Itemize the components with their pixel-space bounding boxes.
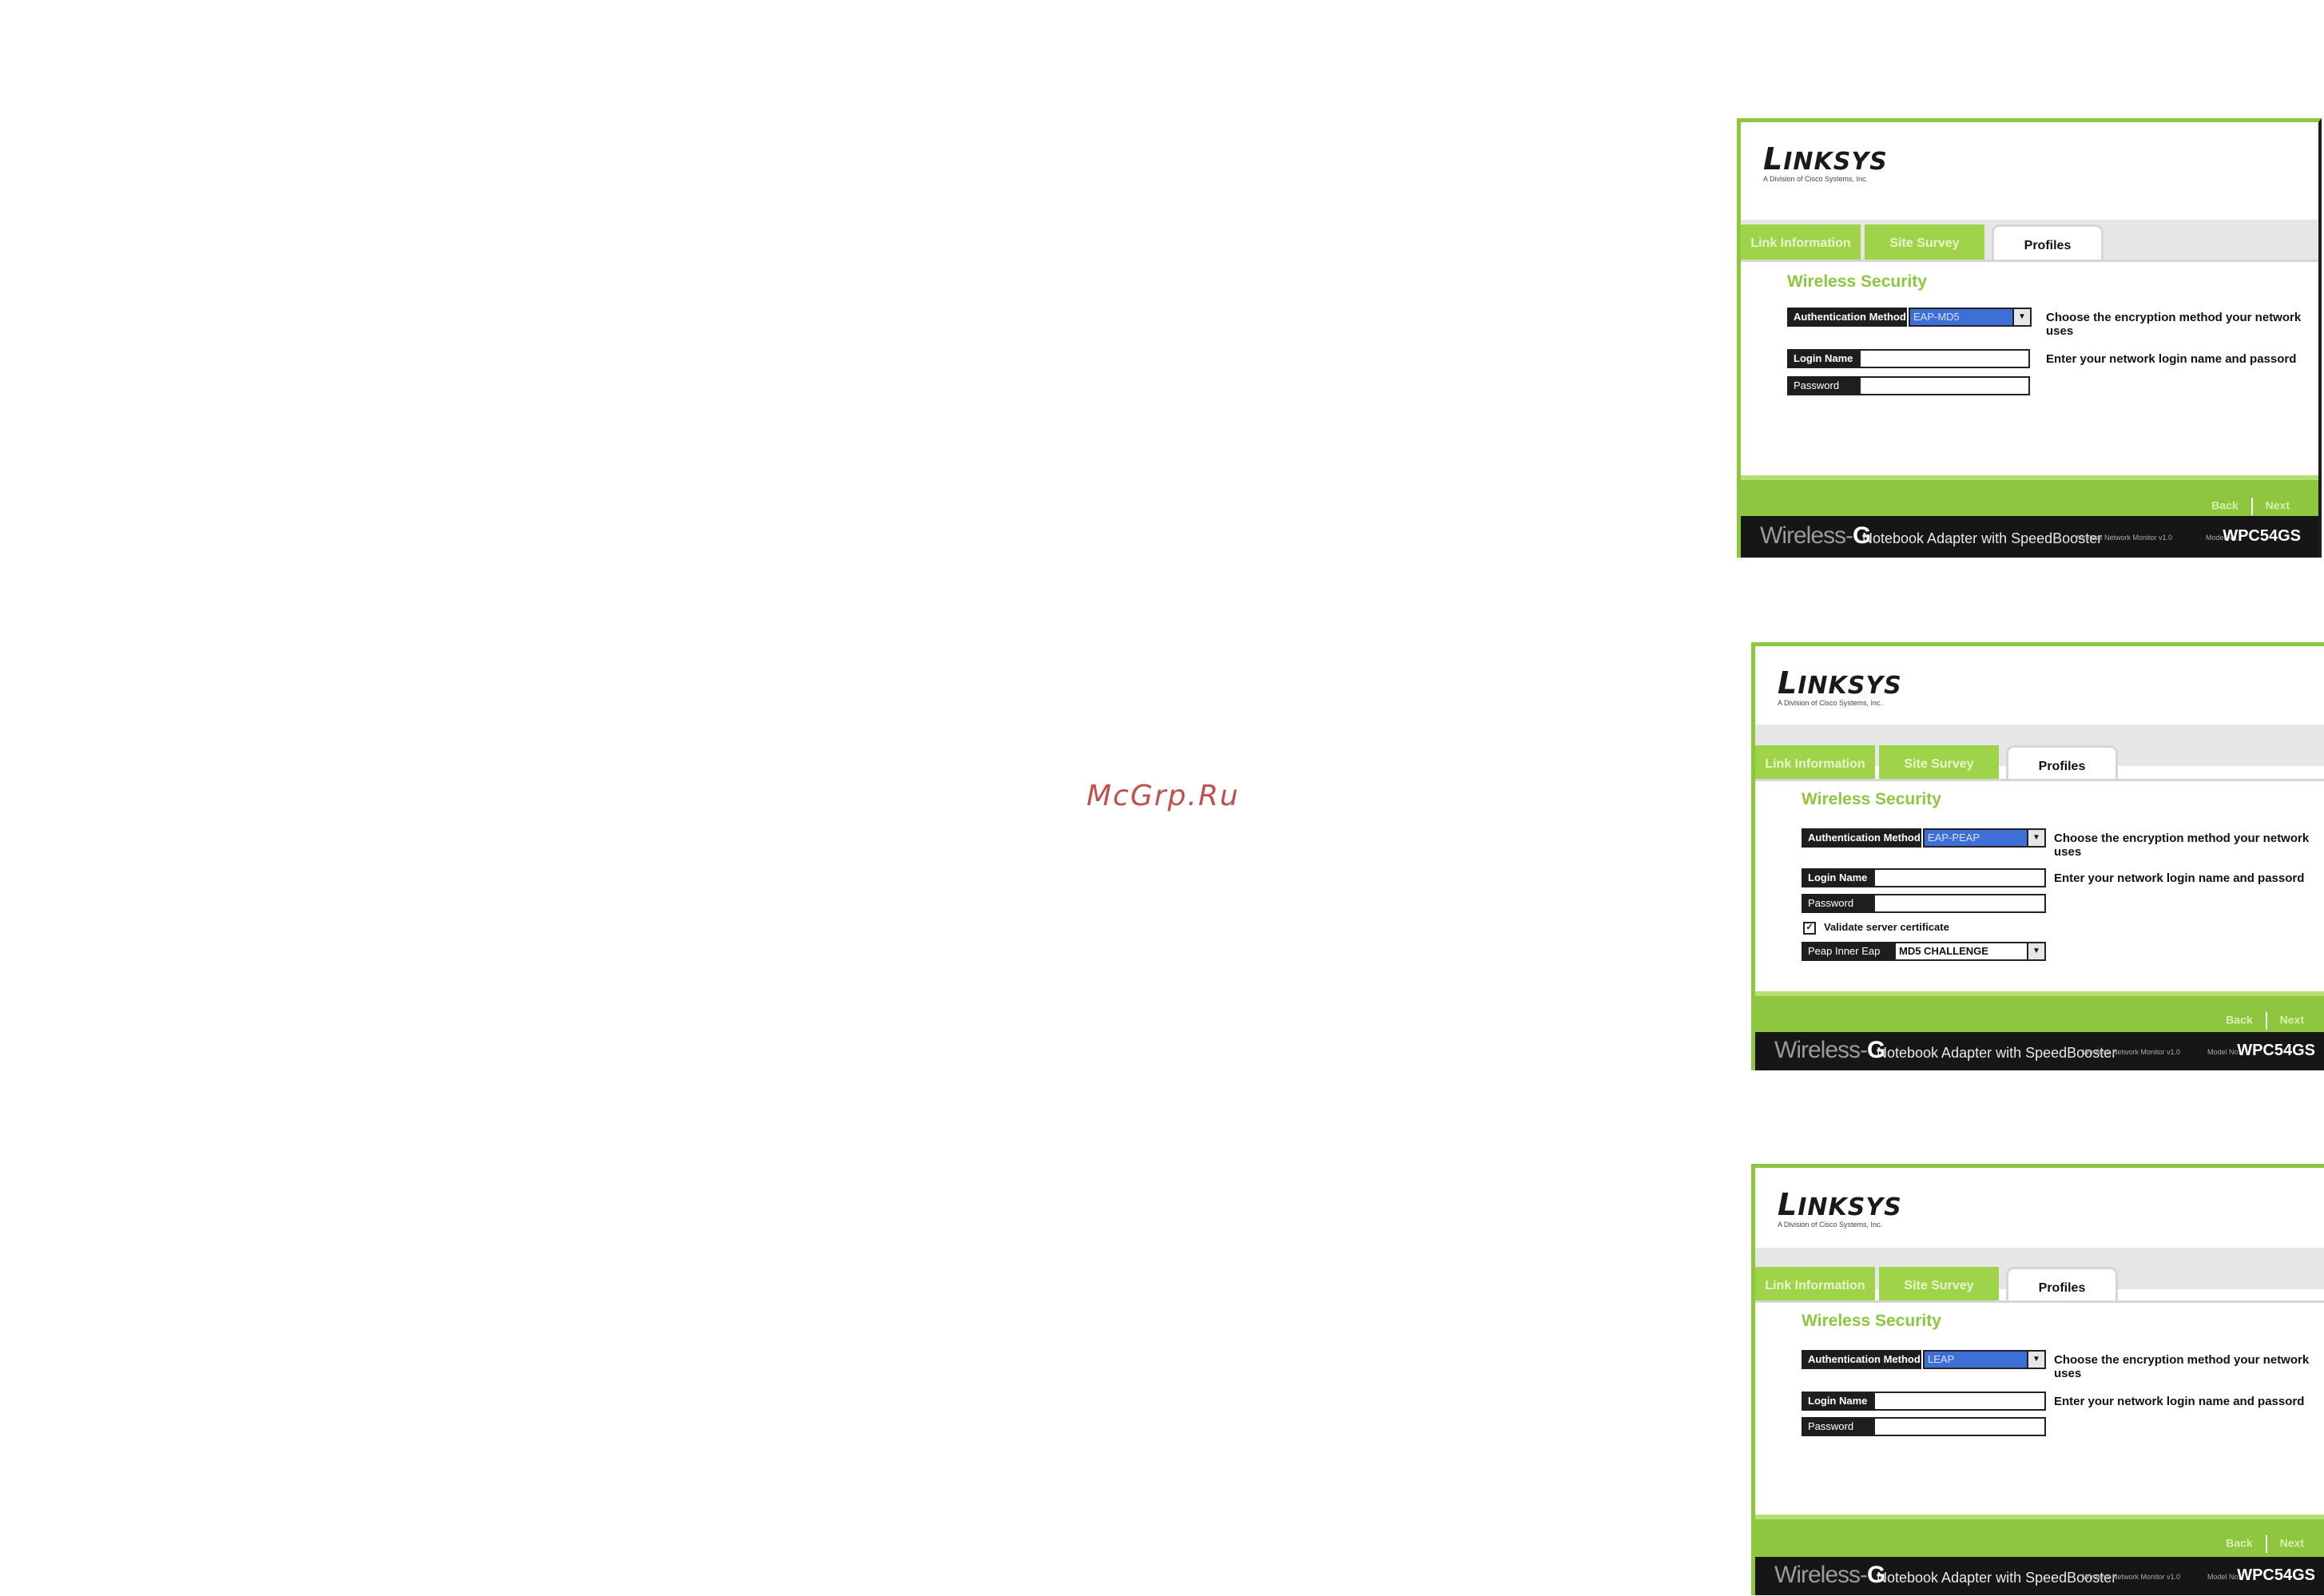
password-input[interactable] <box>1873 1417 2046 1436</box>
model-number: WPC54GS <box>2237 1042 2315 1059</box>
tab-link-information[interactable]: Link Information <box>1755 745 1875 780</box>
tab-site-survey[interactable]: Site Survey <box>1879 745 1999 780</box>
tab-link-information[interactable]: Link Information <box>1741 224 1861 260</box>
auth-method-label: Authentication Method <box>1787 308 1907 327</box>
password-label: Password <box>1802 894 1873 913</box>
model-number: WPC54GS <box>2223 527 2301 545</box>
login-name-input[interactable] <box>1859 349 2030 368</box>
auth-method-select[interactable]: EAP-PEAP ▼ <box>1923 828 2046 848</box>
eap-md5-window: LINKSYS A Division of Cisco Systems, Inc… <box>1737 118 2322 558</box>
nav-divider <box>2265 1535 2267 1553</box>
validate-certificate-checkbox[interactable]: ✓ <box>1803 921 1816 935</box>
chevron-down-icon[interactable]: ▼ <box>2012 309 2030 325</box>
auth-method-select[interactable]: EAP-MD5 ▼ <box>1909 308 2032 327</box>
tab-link-information[interactable]: Link Information <box>1755 1267 1875 1302</box>
section-title: Wireless Security <box>1802 1312 1941 1330</box>
password-label: Password <box>1787 376 1859 395</box>
back-button[interactable]: Back <box>2226 1014 2252 1026</box>
tab-profiles[interactable]: Profiles <box>2006 1267 2118 1302</box>
tab-site-survey[interactable]: Site Survey <box>1879 1267 1999 1302</box>
auth-hint: Choose the encryption method your networ… <box>2054 832 2310 859</box>
product-footer: Wireless-G Notebook Adapter with SpeedBo… <box>1755 1032 2324 1070</box>
tab-profiles[interactable]: Profiles <box>1992 224 2104 260</box>
login-hint: Enter your network login name and passor… <box>2054 871 2305 885</box>
validate-certificate-label: Validate server certificate <box>1824 921 1949 933</box>
section-title: Wireless Security <box>1802 790 1941 808</box>
leap-window: LINKSYS A Division of Cisco Systems, Inc… <box>1751 1164 2324 1595</box>
auth-method-label: Authentication Method <box>1802 1350 1921 1369</box>
chevron-down-icon[interactable]: ▼ <box>2027 1352 2044 1368</box>
password-input[interactable] <box>1859 376 2030 395</box>
login-name-input[interactable] <box>1873 868 2046 887</box>
linksys-logo: LINKSYS A Division of Cisco Systems, Inc… <box>1778 1187 1902 1229</box>
nav-divider <box>2251 498 2253 515</box>
next-button[interactable]: Next <box>2280 1014 2304 1026</box>
login-name-label: Login Name <box>1802 868 1873 887</box>
next-button[interactable]: Next <box>2280 1537 2304 1550</box>
product-footer: Wireless-G Notebook Adapter with SpeedBo… <box>1755 1557 2324 1595</box>
auth-hint: Choose the encryption method your networ… <box>2046 311 2302 338</box>
login-name-label: Login Name <box>1787 349 1859 368</box>
linksys-logo: LINKSYS A Division of Cisco Systems, Inc… <box>1763 141 1888 183</box>
login-name-label: Login Name <box>1802 1392 1873 1411</box>
section-title: Wireless Security <box>1787 272 1927 291</box>
auth-method-label: Authentication Method <box>1802 828 1921 848</box>
nav-divider <box>2265 1012 2267 1030</box>
chevron-down-icon[interactable]: ▼ <box>2027 943 2044 959</box>
auth-hint: Choose the encryption method your networ… <box>2054 1353 2310 1380</box>
password-label: Password <box>1802 1417 1873 1436</box>
password-input[interactable] <box>1873 894 2046 913</box>
validate-certificate-row[interactable]: ✓ Validate server certificate <box>1803 921 1949 935</box>
model-number: WPC54GS <box>2237 1566 2315 1584</box>
auth-method-select[interactable]: LEAP ▼ <box>1923 1350 2046 1369</box>
next-button[interactable]: Next <box>2266 499 2290 512</box>
login-name-input[interactable] <box>1873 1392 2046 1411</box>
watermark-text: McGrp.Ru <box>1087 780 1240 812</box>
product-footer: Wireless-G Notebook Adapter with SpeedBo… <box>1741 516 2318 558</box>
eap-peap-window: LINKSYS A Division of Cisco Systems, Inc… <box>1751 642 2324 1070</box>
linksys-logo: LINKSYS A Division of Cisco Systems, Inc… <box>1778 665 1902 707</box>
tab-profiles[interactable]: Profiles <box>2006 745 2118 780</box>
back-button[interactable]: Back <box>2211 499 2238 512</box>
back-button[interactable]: Back <box>2226 1537 2252 1550</box>
chevron-down-icon[interactable]: ▼ <box>2027 830 2044 846</box>
peap-inner-eap-select[interactable]: MD5 CHALLENGE ▼ <box>1894 942 2046 961</box>
login-hint: Enter your network login name and passor… <box>2054 1395 2305 1408</box>
peap-inner-eap-label: Peap Inner Eap <box>1802 942 1894 961</box>
tab-site-survey[interactable]: Site Survey <box>1865 224 1984 260</box>
login-hint: Enter your network login name and passor… <box>2046 352 2297 366</box>
